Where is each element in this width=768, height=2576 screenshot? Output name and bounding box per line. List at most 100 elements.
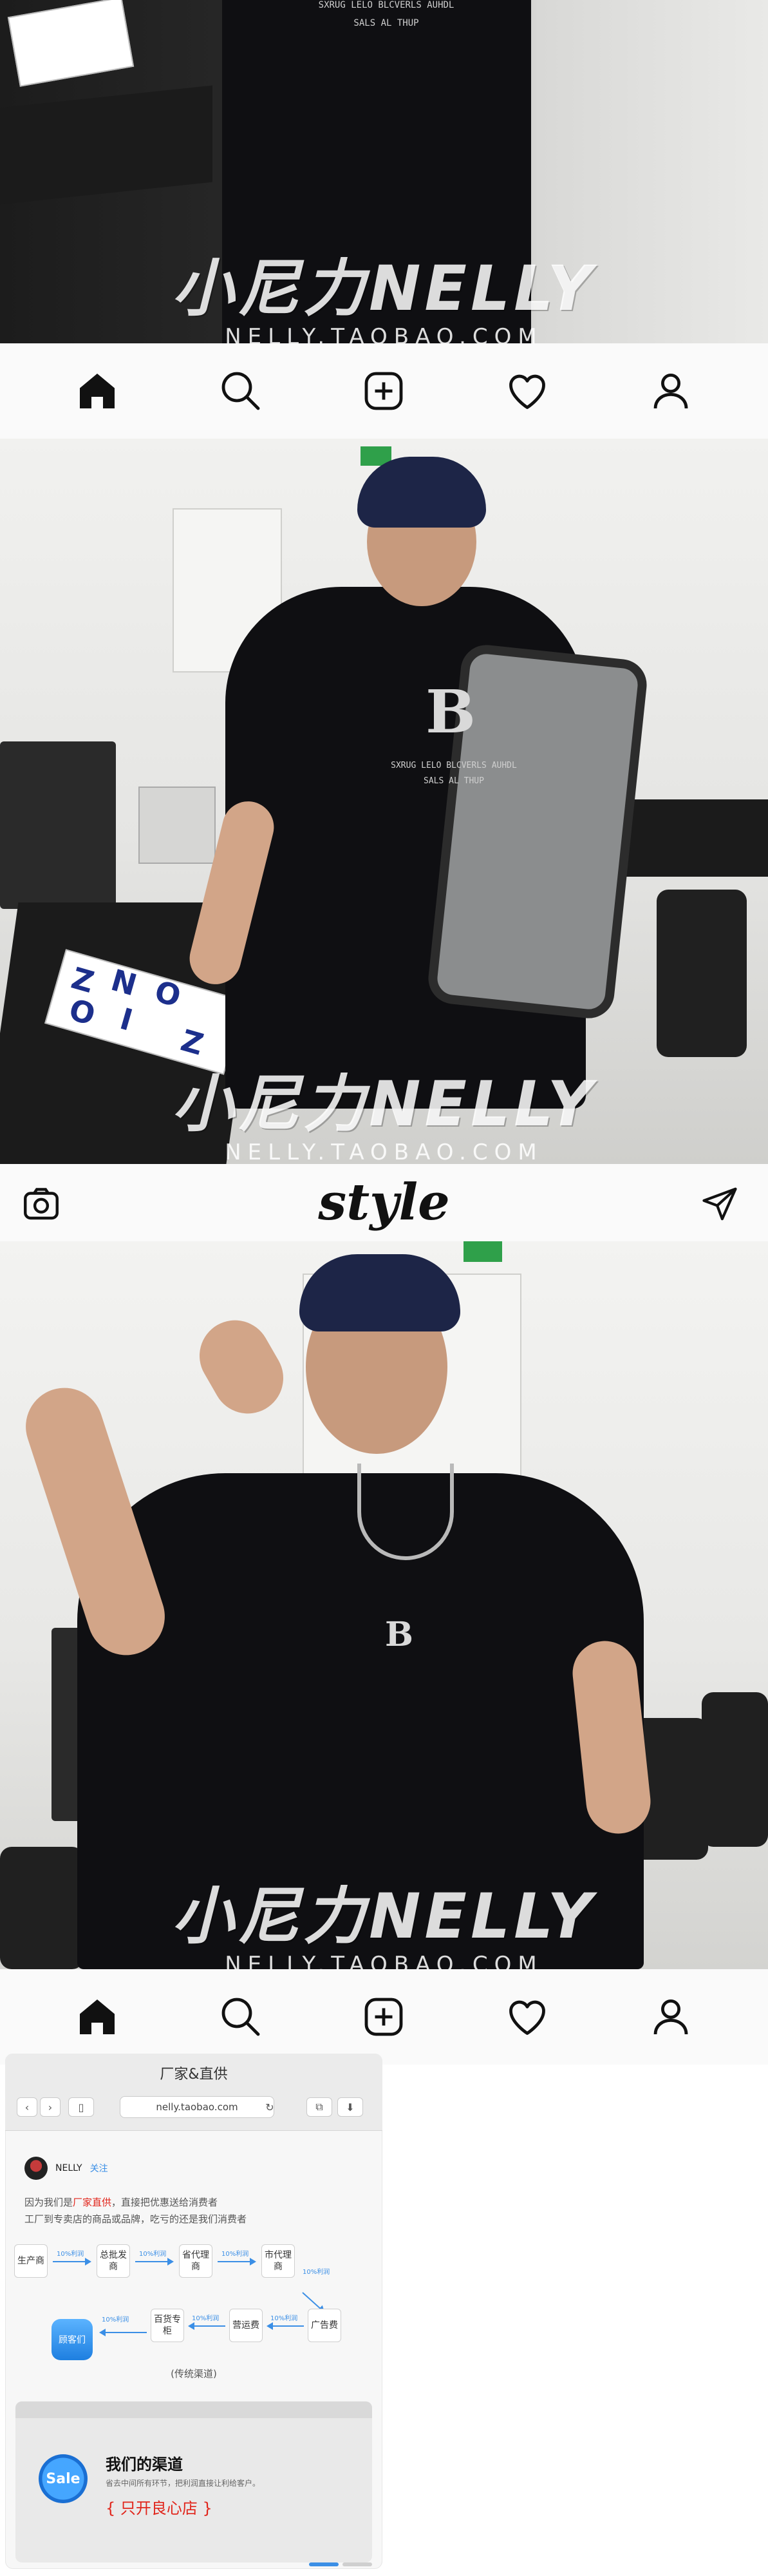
flow-caption: (传统渠道) bbox=[171, 2368, 217, 2380]
search-button[interactable] bbox=[209, 359, 273, 423]
sale-badge: Sale bbox=[39, 2454, 88, 2503]
watermark: 小尼力NELLY NELLY.TAOBAO.COM bbox=[0, 1866, 768, 1969]
search-icon bbox=[221, 1998, 260, 2036]
product-photo-3: B 小尼力NELLY NELLY.TAOBAO.COM bbox=[0, 1241, 768, 1969]
address-bar[interactable]: nelly.taobao.com bbox=[120, 2096, 274, 2118]
chair bbox=[657, 890, 747, 1057]
paper-letter-2: N bbox=[107, 962, 141, 1003]
flow-step-provincial-agent: 省代理商 bbox=[179, 2244, 212, 2278]
intro-line-2: 工厂到专卖店的商品或品牌，吃亏的还是我们消费者 bbox=[24, 2213, 247, 2225]
add-icon bbox=[365, 1998, 403, 2036]
flow-arrow bbox=[99, 2329, 147, 2336]
watermark-site: NELLY.TAOBAO.COM bbox=[225, 324, 543, 343]
page-indicator bbox=[309, 2562, 373, 2566]
flow-arrow bbox=[218, 2258, 256, 2266]
paper-letter-3: O bbox=[151, 973, 185, 1015]
product-photo-1: SXRUG LELO BLCVERLS AUHDL SALS AL THUP 小… bbox=[0, 0, 768, 343]
send-button[interactable] bbox=[695, 1179, 744, 1228]
trash-bin bbox=[0, 741, 116, 909]
intro-highlight: 厂家直供 bbox=[73, 2197, 112, 2208]
watermark: 小尼力NELLY NELLY.TAOBAO.COM bbox=[0, 1054, 768, 1164]
flow-note: 10%利润 bbox=[192, 2315, 220, 2322]
shirt-print-line-1: SXRUG LELO BLCVERLS AUHDL bbox=[391, 761, 517, 770]
sidebar-button[interactable]: ▯ bbox=[68, 2097, 94, 2117]
watermark-site: NELLY.TAOBAO.COM bbox=[225, 1140, 543, 1164]
bottom-nav-bar bbox=[0, 1969, 768, 2065]
home-button[interactable] bbox=[65, 1985, 129, 2049]
reload-button[interactable]: ↻ bbox=[263, 2097, 277, 2117]
flow-note: 10%利润 bbox=[57, 2251, 84, 2258]
bottom-nav-bar bbox=[0, 343, 768, 439]
flow-step-advertising: 广告费 bbox=[308, 2309, 341, 2342]
search-icon bbox=[221, 372, 260, 410]
send-icon bbox=[702, 1187, 737, 1221]
back-button[interactable]: ‹ bbox=[17, 2097, 37, 2117]
sidebar-icon: ▯ bbox=[78, 2101, 84, 2113]
browser-card: 厂家&直供 ‹ › ▯ nelly.taobao.com ↻ ⧉ ⬇ NELLY… bbox=[5, 2054, 382, 2569]
home-button[interactable] bbox=[65, 359, 129, 423]
flow-note: 10%利润 bbox=[270, 2315, 298, 2322]
flow-step-department-store: 百货专柜 bbox=[151, 2309, 184, 2342]
follow-link[interactable]: 关注 bbox=[90, 2162, 108, 2175]
download-button[interactable]: ⬇ bbox=[337, 2097, 363, 2117]
flow-arrow bbox=[267, 2322, 304, 2330]
profile-row: NELLY 关注 bbox=[24, 2155, 108, 2181]
download-icon: ⬇ bbox=[346, 2101, 355, 2113]
channel-description: 省去中间所有环节，把利润直接让利给客户。 bbox=[106, 2479, 261, 2488]
search-button[interactable] bbox=[209, 1985, 273, 2049]
reload-icon: ↻ bbox=[265, 2101, 274, 2113]
our-channel-panel: Sale 我们的渠道 省去中间所有环节，把利润直接让利给客户。 { 只开良心店 … bbox=[15, 2401, 372, 2562]
watermark-brand: 小尼力NELLY bbox=[172, 1880, 596, 1952]
home-icon bbox=[80, 374, 115, 408]
intro-part-2: ，直接把优惠送给消费者 bbox=[111, 2197, 218, 2208]
top-bar: style bbox=[0, 1164, 768, 1241]
watermark: 小尼力NELLY NELLY.TAOBAO.COM bbox=[0, 238, 768, 343]
flow-note: 10%利润 bbox=[221, 2251, 249, 2258]
profile-icon bbox=[653, 1999, 688, 2035]
flow-arrow bbox=[188, 2322, 225, 2330]
flow-step-producer: 生产商 bbox=[14, 2244, 48, 2278]
shirt-print-logo: B bbox=[426, 677, 476, 747]
home-icon bbox=[80, 1999, 115, 2034]
avatar bbox=[24, 2157, 48, 2180]
shirt-print-logo: B bbox=[385, 1615, 413, 1654]
chevron-left-icon: ‹ bbox=[24, 2101, 30, 2113]
intro-part-1: 因为我们是 bbox=[24, 2197, 73, 2208]
forward-button[interactable]: › bbox=[40, 2097, 61, 2117]
tabs-button[interactable]: ⧉ bbox=[306, 2097, 332, 2117]
shirt-print-line-1: SXRUG LELO BLCVERLS AUHDL bbox=[318, 0, 454, 10]
add-post-button[interactable] bbox=[351, 1985, 416, 2049]
tabs-icon: ⧉ bbox=[315, 2101, 323, 2113]
flow-step-wholesaler: 总批发商 bbox=[97, 2244, 130, 2278]
activity-button[interactable] bbox=[495, 359, 559, 423]
watermark-site: NELLY.TAOBAO.COM bbox=[225, 1952, 543, 1969]
heart-icon bbox=[509, 2000, 545, 2035]
panel-header-strip bbox=[15, 2401, 372, 2418]
profile-icon bbox=[653, 374, 688, 409]
shirt-print-line-2: SALS AL THUP bbox=[424, 776, 484, 786]
profile-button[interactable] bbox=[639, 359, 703, 423]
profile-button[interactable] bbox=[639, 1985, 703, 2049]
consumer-badge: 顾客们 bbox=[52, 2319, 93, 2360]
chair bbox=[702, 1692, 768, 1847]
channel-slogan: { 只开良心店 } bbox=[106, 2499, 212, 2517]
intro-text: 因为我们是厂家直供，直接把优惠送给消费者 工厂到专卖店的商品或品牌，吃亏的还是我… bbox=[24, 2194, 359, 2228]
activity-button[interactable] bbox=[495, 1985, 559, 2049]
heart-icon bbox=[509, 374, 545, 409]
chain-necklace bbox=[357, 1464, 454, 1560]
flow-step-city-agent: 市代理商 bbox=[261, 2244, 295, 2278]
flow-note: 10%利润 bbox=[102, 2316, 129, 2323]
chevron-right-icon: › bbox=[48, 2101, 53, 2113]
flow-arrow bbox=[135, 2258, 174, 2266]
flow-step-operating: 营运费 bbox=[229, 2309, 263, 2342]
paper-letter-4: I bbox=[116, 1001, 136, 1038]
add-post-button[interactable] bbox=[351, 359, 416, 423]
cap bbox=[299, 1254, 460, 1331]
watermark-brand: 小尼力NELLY bbox=[172, 1068, 596, 1140]
channel-title: 我们的渠道 bbox=[106, 2456, 183, 2474]
exit-sign bbox=[464, 1241, 502, 1262]
browser-toolbar: 厂家&直供 ‹ › ▯ nelly.taobao.com ↻ ⧉ ⬇ bbox=[5, 2054, 382, 2131]
product-photo-2: Z N O I O Z B SXRUG LELO BLCVERLS AUHDL … bbox=[0, 439, 768, 1164]
wall-sign bbox=[138, 787, 216, 864]
add-icon bbox=[365, 372, 403, 410]
